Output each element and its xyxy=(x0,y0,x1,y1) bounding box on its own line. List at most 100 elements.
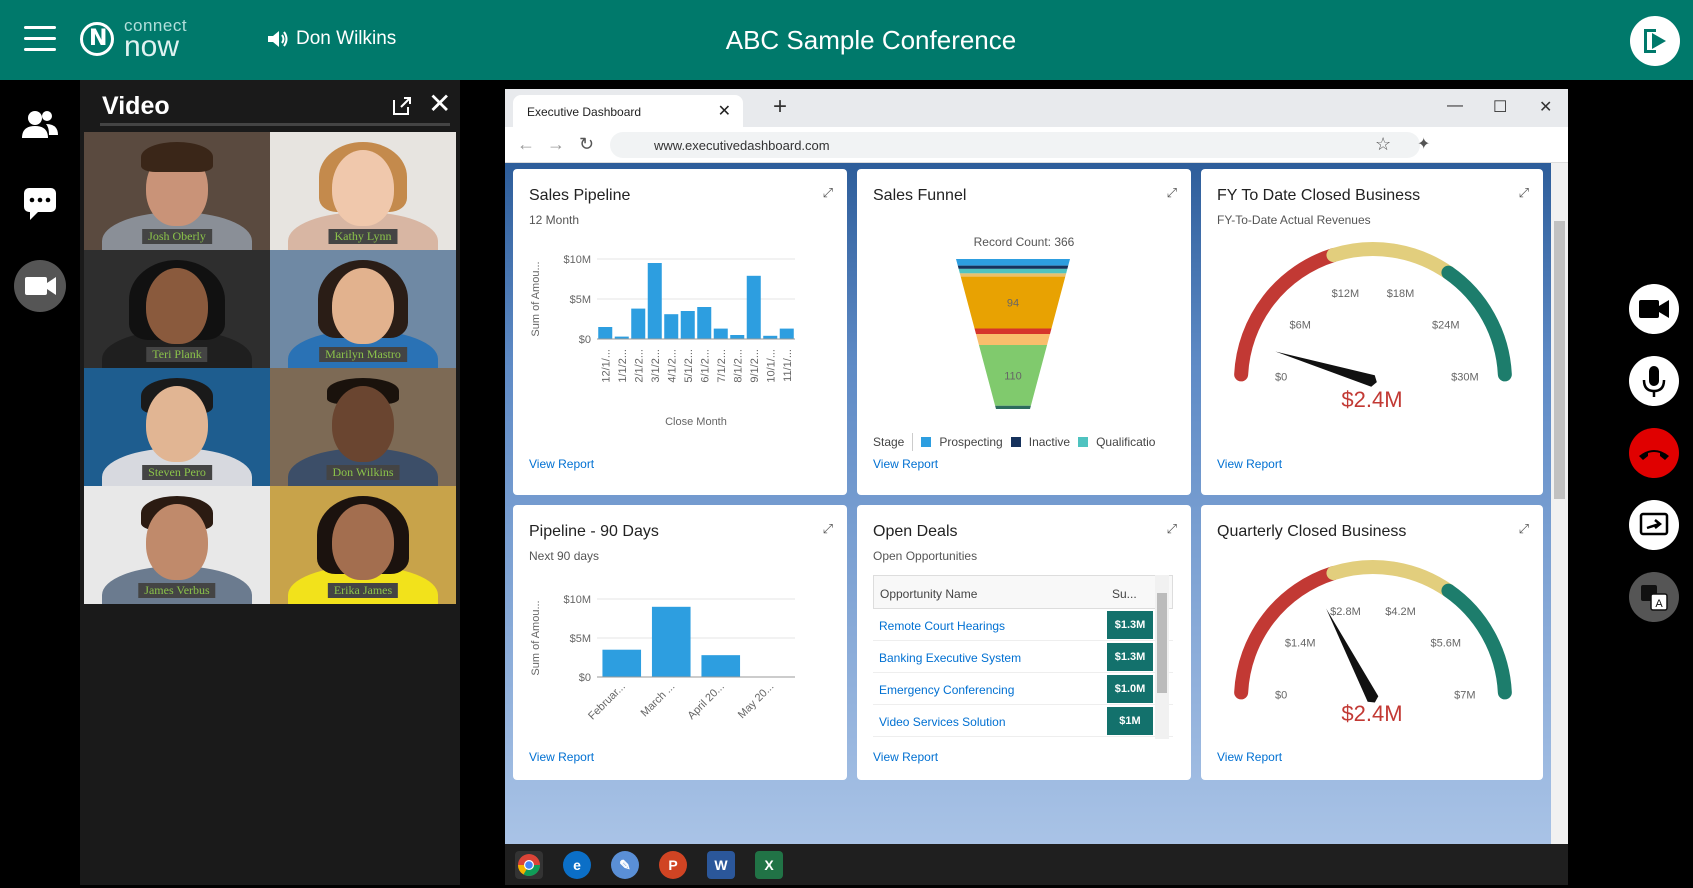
participant-tile[interactable]: James Verbus xyxy=(84,486,270,604)
deal-name[interactable]: Banking Executive System xyxy=(879,651,1021,665)
browser-tab[interactable]: Executive Dashboard ✕ xyxy=(513,95,743,127)
hang-up-button[interactable] xyxy=(1629,428,1679,478)
x-axis-label: Close Month xyxy=(665,416,727,428)
gauge-tick-label: $2.8M xyxy=(1330,606,1361,618)
svg-text:A: A xyxy=(1655,598,1663,610)
card-subtitle: Open Opportunities xyxy=(873,549,978,563)
browser-window: Executive Dashboard ✕ + — ☐ ✕ ← → ↻ www.… xyxy=(505,89,1568,844)
expand-icon[interactable]: ⤢ xyxy=(1167,185,1177,201)
extensions-icon[interactable]: ✦ xyxy=(1417,134,1430,154)
gauge-value: $2.4M xyxy=(1341,387,1403,412)
conference-title: ABC Sample Conference xyxy=(725,25,1017,55)
maximize-icon[interactable]: ☐ xyxy=(1493,97,1507,117)
video-panel: Video ✕ Josh Oberly Kathy Lynn Teri Plan… xyxy=(80,80,460,885)
word-icon[interactable]: W xyxy=(707,851,735,879)
table-row[interactable]: Banking Executive System $1.3M xyxy=(873,641,1173,673)
participant-tile[interactable]: Erika James xyxy=(270,486,456,604)
expand-icon[interactable]: ⤢ xyxy=(1167,521,1177,537)
back-icon[interactable]: ← xyxy=(517,134,535,155)
deal-name[interactable]: Video Services Solution xyxy=(879,715,1006,729)
y-axis-label: Sum of Amou... xyxy=(530,261,542,336)
column-header[interactable]: Opportunity Name xyxy=(880,587,977,601)
column-header[interactable]: Su... xyxy=(1112,587,1137,601)
y-tick-label: $10M xyxy=(563,254,591,266)
deal-value: $1.3M xyxy=(1107,643,1153,671)
funnel-segment xyxy=(957,265,1069,269)
table-row[interactable]: Video Services Solution $1M xyxy=(873,705,1173,737)
gauge-tick-label: $6M xyxy=(1290,320,1311,332)
view-report-link[interactable]: View Report xyxy=(873,457,938,471)
table-row[interactable]: Remote Court Hearings $1.3M xyxy=(873,609,1173,641)
legend-item: Inactive xyxy=(1028,435,1071,449)
view-report-link[interactable]: View Report xyxy=(529,750,594,764)
x-tick-label: April 20... xyxy=(686,681,727,722)
participant-tile[interactable]: Marilyn Mastro xyxy=(270,250,456,368)
x-tick-label: 1/1/2... xyxy=(617,349,629,383)
translate-button[interactable]: A xyxy=(1629,572,1679,622)
gauge-tick-label: $12M xyxy=(1332,288,1360,300)
table-row[interactable]: Emergency Conferencing $1.0M xyxy=(873,673,1173,705)
x-tick-label: 3/1/2... xyxy=(650,349,662,383)
participant-tile[interactable]: Kathy Lynn xyxy=(270,132,456,250)
close-icon[interactable]: ✕ xyxy=(428,90,451,118)
bar xyxy=(697,307,712,339)
card-fy-closed: FY To Date Closed Business FY-To-Date Ac… xyxy=(1201,169,1543,495)
bar xyxy=(631,308,646,339)
edge-icon[interactable]: e xyxy=(563,851,591,879)
x-tick-label: March ... xyxy=(639,681,678,720)
bookmark-star-icon[interactable]: ☆ xyxy=(1375,134,1391,155)
participant-tile[interactable]: Teri Plank xyxy=(84,250,270,368)
participant-tile[interactable]: Don Wilkins xyxy=(270,368,456,486)
x-tick-label: 12/1/... xyxy=(600,349,612,383)
chrome-icon[interactable] xyxy=(515,851,543,879)
expand-icon[interactable]: ⤢ xyxy=(823,185,833,201)
tab-close-icon[interactable]: ✕ xyxy=(718,101,731,121)
powerpoint-icon[interactable]: P xyxy=(659,851,687,879)
exit-button[interactable] xyxy=(1630,16,1680,66)
funnel-label: 110 xyxy=(1004,370,1022,382)
y-tick-label: $0 xyxy=(579,672,591,684)
expand-icon[interactable]: ⤢ xyxy=(1519,521,1529,537)
tab-title: Executive Dashboard xyxy=(527,105,642,119)
x-tick-label: 6/1/2... xyxy=(699,349,711,383)
deal-name[interactable]: Remote Court Hearings xyxy=(879,619,1005,633)
bar xyxy=(730,335,745,339)
x-tick-label: 11/1/... xyxy=(782,349,794,382)
funnel-segment xyxy=(959,273,1067,277)
url-input[interactable]: www.executivedashboard.com xyxy=(610,132,1420,158)
page-scrollbar[interactable] xyxy=(1551,163,1568,844)
share-screen-button[interactable] xyxy=(1629,500,1679,550)
participant-tile[interactable]: Steven Pero xyxy=(84,368,270,486)
window-close-icon[interactable]: ✕ xyxy=(1539,97,1552,117)
chat-icon[interactable] xyxy=(18,180,62,224)
excel-icon[interactable]: X xyxy=(755,851,783,879)
popout-icon[interactable] xyxy=(392,96,412,116)
funnel-segment xyxy=(976,334,1050,346)
card-open-deals: Open Deals Open Opportunities ⤢ Opportun… xyxy=(857,505,1191,780)
left-rail xyxy=(0,80,80,885)
video-toggle-button[interactable] xyxy=(14,260,66,312)
expand-icon[interactable]: ⤢ xyxy=(823,521,833,537)
gauge-tick-label: $0 xyxy=(1275,371,1287,383)
view-report-link[interactable]: View Report xyxy=(1217,750,1282,764)
forward-icon[interactable]: → xyxy=(547,134,565,155)
view-report-link[interactable]: View Report xyxy=(873,750,938,764)
deal-name[interactable]: Emergency Conferencing xyxy=(879,683,1014,697)
funnel-label: 94 xyxy=(1007,298,1019,310)
microphone-button[interactable] xyxy=(1629,356,1679,406)
new-tab-icon[interactable]: + xyxy=(773,93,787,121)
table-scrollbar[interactable] xyxy=(1155,575,1169,739)
reload-icon[interactable]: ↻ xyxy=(579,134,594,155)
view-report-link[interactable]: View Report xyxy=(1217,457,1282,471)
gauge-tick-label: $1.4M xyxy=(1285,638,1316,650)
sales-pipeline-chart: $0 $5M $10M Sum of Amou... 12/1/... 1/1/2... 2… xyxy=(530,254,795,428)
x-tick-label: 7/1/2... xyxy=(716,349,728,383)
view-report-link[interactable]: View Report xyxy=(529,457,594,471)
minimize-icon[interactable]: — xyxy=(1447,97,1463,115)
gauge-tick-label: $7M xyxy=(1454,689,1475,701)
participant-tile[interactable]: Josh Oberly xyxy=(84,132,270,250)
camera-button[interactable] xyxy=(1629,284,1679,334)
participants-icon[interactable] xyxy=(18,104,62,148)
expand-icon[interactable]: ⤢ xyxy=(1519,185,1529,201)
paint-icon[interactable]: ✎ xyxy=(611,851,639,879)
